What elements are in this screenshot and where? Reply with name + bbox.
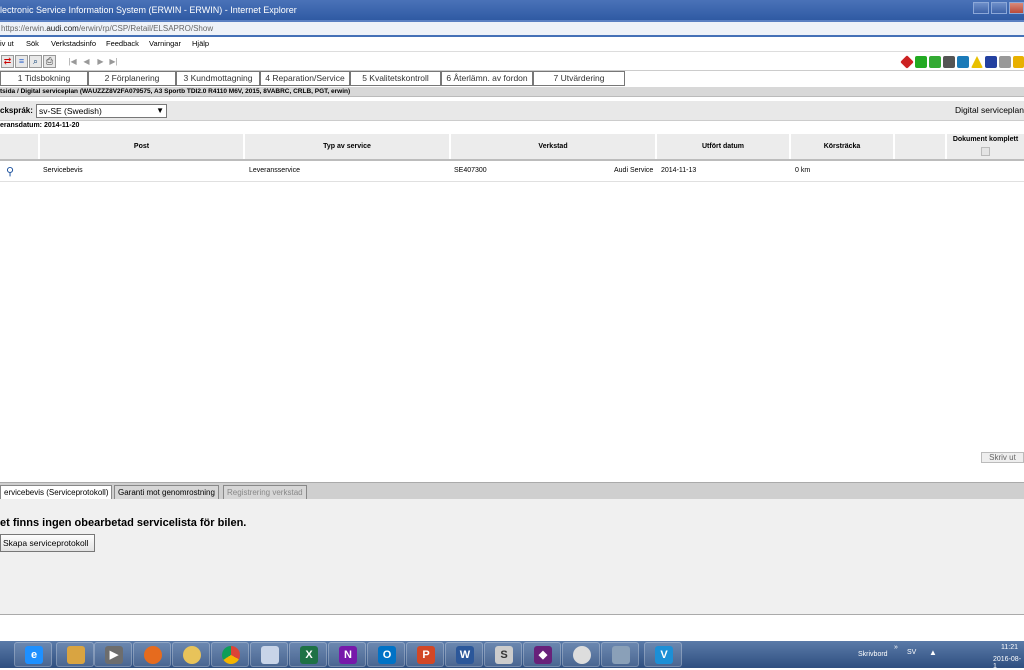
delivery-date: eransdatum: 2014-11-20 [0, 122, 80, 129]
tab-evaluation[interactable]: 7 Utvärdering [533, 71, 625, 86]
column-header-post: Post [40, 134, 245, 159]
menu-item-help[interactable]: Hjälp [192, 39, 209, 48]
tab-service-certificate[interactable]: ervicebevis (Serviceprotokoll) [0, 485, 113, 499]
vehicle-icon[interactable] [601, 642, 639, 667]
language-label: cksprák: [0, 106, 33, 115]
column-header-distance: Körsträcka [791, 134, 895, 159]
skype-icon[interactable]: S [484, 642, 522, 667]
column-header-blank [895, 134, 947, 159]
column-header-icon [0, 134, 40, 159]
menu-item-workshop-info[interactable]: Verkstadsinfo [51, 39, 96, 48]
pages-icon[interactable]: ≡ [15, 55, 28, 68]
menu-item-warnings[interactable]: Varningar [149, 39, 181, 48]
address-bar: https://erwin.audi.com/erwin/rp/CSP/Reta… [0, 20, 1024, 37]
window-title: lectronic Service Information System (ER… [0, 5, 297, 15]
stop-icon[interactable] [900, 55, 914, 69]
tray-arrow-icon[interactable]: ▲ [929, 648, 937, 657]
input-language[interactable]: SV [907, 649, 916, 656]
language-row: cksprák: sv-SE (Swedish) ▼ Digital servi… [0, 101, 1024, 121]
tab-rust-warranty[interactable]: Garanti mot genomrostning [114, 485, 219, 499]
magnifier-icon[interactable]: ⌕ [29, 55, 42, 68]
menu-item-logout[interactable]: iv ut [0, 39, 14, 48]
toolbar: ⇄ ≡ ⌕ ⎙ |◀ ◀ ▶ ▶| [0, 53, 1024, 71]
column-header-document-complete: Dokument komplett [947, 134, 1024, 159]
tab-vehicle-return[interactable]: 6 Återlämn. av fordon [441, 71, 533, 86]
breadcrumb: tsida / Digital serviceplan (WAUZZZ8V2FA… [0, 87, 1024, 97]
tab-workshop-registration[interactable]: Registrering verkstad [223, 485, 307, 499]
column-header-workshop: Verkstad [451, 134, 657, 159]
url-field[interactable]: https://erwin.audi.com/erwin/rp/CSP/Reta… [0, 22, 1024, 35]
swap-icon[interactable]: ⇄ [1, 55, 14, 68]
language-select[interactable]: sv-SE (Swedish) ▼ [36, 104, 167, 118]
paint-icon[interactable] [172, 642, 210, 667]
vs-icon[interactable]: ◆ [523, 642, 561, 667]
excel-icon[interactable]: X [289, 642, 327, 667]
tools-icon[interactable] [957, 56, 969, 68]
create-service-protocol-button[interactable]: Skapa serviceprotokoll [0, 534, 95, 552]
menu-item-search[interactable]: Sök [26, 39, 39, 48]
close-button[interactable] [1009, 2, 1024, 14]
link-icon[interactable] [1013, 56, 1024, 68]
clock-time[interactable]: 11:21 [1001, 644, 1018, 651]
taskbar: e ▶ X N O P W S ◆ V Skrivbord » SV ▲ 11:… [0, 641, 1024, 670]
bottom-tabs: ervicebevis (Serviceprotokoll) Garanti m… [0, 482, 1024, 499]
column-header-type: Typ av service [245, 134, 451, 159]
previous-icon[interactable]: ◀ [81, 56, 92, 68]
toolbar-chevron[interactable]: » [894, 644, 898, 651]
table-row[interactable]: ⚲ Servicebevis Leveransservice SE407300 … [0, 162, 1024, 182]
document-icon[interactable] [985, 56, 997, 68]
chrome-icon[interactable] [211, 642, 249, 667]
menu-bar: iv ut Sök Verkstadsinfo Feedback Varning… [0, 37, 1024, 52]
row-post: Servicebevis [43, 167, 83, 174]
ie-icon[interactable]: e [14, 642, 52, 667]
car-icon-3[interactable] [943, 56, 955, 68]
tab-preplanning[interactable]: 2 Förplanering [88, 71, 176, 86]
row-type: Leveransservice [249, 167, 300, 174]
chevron-down-icon: ▼ [156, 106, 164, 115]
document-complete-checkbox[interactable] [981, 147, 990, 156]
notepad-icon[interactable] [250, 642, 288, 667]
media-player-icon[interactable]: ▶ [94, 642, 132, 667]
row-date: 2014-11-13 [661, 167, 697, 174]
row-workshop-name: Audi Service [614, 167, 654, 174]
v-icon[interactable]: V [644, 642, 682, 667]
tab-reception[interactable]: 3 Kundmottagning [176, 71, 260, 86]
window-title-bar: lectronic Service Information System (ER… [0, 0, 1024, 20]
desktop-label[interactable]: Skrivbord [858, 651, 888, 658]
no-service-list-message: et finns ingen obearbetad servicelista f… [0, 517, 247, 529]
onenote-icon[interactable]: N [328, 642, 366, 667]
print-button[interactable]: Skriv ut [981, 452, 1024, 463]
magnifier-icon[interactable]: ⚲ [6, 165, 14, 178]
maximize-button[interactable] [991, 2, 1007, 14]
page-title: Digital serviceplan [955, 105, 1024, 115]
service-protocol-panel: et finns ingen obearbetad servicelista f… [0, 499, 1024, 615]
car-icon[interactable] [915, 56, 927, 68]
word-icon[interactable]: W [445, 642, 483, 667]
row-distance: 0 km [795, 167, 811, 174]
car-icon-2[interactable] [929, 56, 941, 68]
column-header-date: Utfört datum [657, 134, 791, 159]
first-page-icon[interactable]: |◀ [67, 56, 78, 68]
row-workshop-id: SE407300 [454, 167, 487, 174]
lock-icon[interactable] [999, 56, 1011, 68]
tab-repair-service[interactable]: 4 Reparation/Service [260, 71, 350, 86]
last-page-icon[interactable]: ▶| [108, 56, 119, 68]
tab-booking[interactable]: 1 Tidsbokning [0, 71, 88, 86]
disc-icon[interactable] [562, 642, 600, 667]
warning-icon[interactable] [971, 56, 983, 68]
process-tabs: 1 Tidsbokning 2 Förplanering 3 Kundmotta… [0, 71, 1024, 87]
next-icon[interactable]: ▶ [95, 56, 106, 68]
menu-item-feedback[interactable]: Feedback [106, 39, 139, 48]
outlook-icon[interactable]: O [367, 642, 405, 667]
explorer-icon[interactable] [56, 642, 94, 667]
firefox-icon[interactable] [133, 642, 171, 667]
table-header: Post Typ av service Verkstad Utfört datu… [0, 134, 1024, 161]
tab-quality-control[interactable]: 5 Kvalitetskontroll [350, 71, 441, 86]
minimize-button[interactable] [973, 2, 989, 14]
print-icon[interactable]: ⎙ [43, 55, 56, 68]
powerpoint-icon[interactable]: P [406, 642, 444, 667]
